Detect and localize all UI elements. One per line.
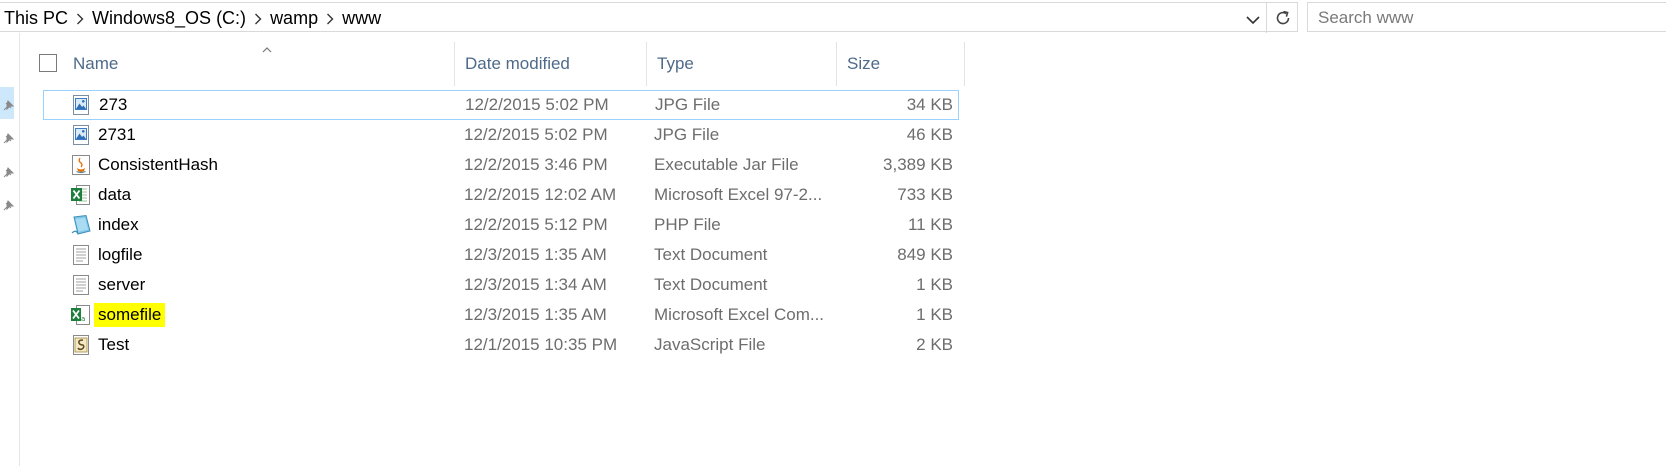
chevron-right-icon[interactable] xyxy=(318,11,342,25)
file-date-modified: 12/3/2015 1:34 AM xyxy=(464,275,607,294)
file-size: 1 KB xyxy=(916,305,953,324)
file-type: JPG File xyxy=(655,95,721,114)
file-row[interactable]: Test 12/1/2015 10:35 PM JavaScript File … xyxy=(43,330,959,360)
search-input[interactable] xyxy=(1318,7,1648,29)
excel-file-icon xyxy=(70,184,92,206)
file-name: Test xyxy=(98,335,130,354)
file-name: index xyxy=(98,215,139,234)
file-row[interactable]: ConsistentHash 12/2/2015 3:46 PM Executa… xyxy=(43,150,959,180)
javascript-file-icon xyxy=(70,334,92,356)
breadcrumb: This PC Windows8_OS (C:) wamp www xyxy=(4,3,381,33)
file-date-modified: 12/2/2015 5:12 PM xyxy=(464,215,608,234)
file-type: Text Document xyxy=(654,275,768,294)
file-size: 34 KB xyxy=(906,95,953,114)
file-size: 1 KB xyxy=(916,275,953,294)
file-date-modified: 12/3/2015 1:35 AM xyxy=(464,245,607,264)
column-header-size[interactable]: Size xyxy=(837,42,965,86)
chevron-down-icon[interactable] xyxy=(1246,12,1260,30)
file-date-modified: 12/2/2015 5:02 PM xyxy=(464,125,608,144)
pin-icon[interactable] xyxy=(1,199,15,218)
highlighted-text: somefile xyxy=(94,303,166,327)
file-type: Executable Jar File xyxy=(654,155,799,174)
file-type: Microsoft Excel 97-2... xyxy=(654,185,823,204)
file-date-modified: 12/2/2015 3:46 PM xyxy=(464,155,608,174)
pin-icon[interactable] xyxy=(1,99,15,118)
file-row[interactable]: server 12/3/2015 1:34 AM Text Document 1… xyxy=(43,270,959,300)
file-name: 2731 xyxy=(98,125,136,144)
pin-icon[interactable] xyxy=(1,166,15,185)
file-name: data xyxy=(98,185,132,204)
file-row[interactable]: data 12/2/2015 12:02 AM Microsoft Excel … xyxy=(43,180,959,210)
svg-text:a: a xyxy=(81,315,85,323)
file-size: 2 KB xyxy=(916,335,953,354)
column-header-date[interactable]: Date modified xyxy=(455,42,647,86)
breadcrumb-drive[interactable]: Windows8_OS (C:) xyxy=(92,8,246,29)
file-size: 46 KB xyxy=(906,125,953,144)
file-size: 849 KB xyxy=(897,245,953,264)
chevron-right-icon[interactable] xyxy=(246,11,270,25)
file-name: ConsistentHash xyxy=(98,155,219,174)
file-explorer-window: This PC Windows8_OS (C:) wamp www Search… xyxy=(0,0,1666,466)
file-name: 273 xyxy=(99,95,128,114)
file-row[interactable]: 273 12/2/2015 5:02 PM JPG File 34 KB xyxy=(43,90,959,120)
file-size: 733 KB xyxy=(897,185,953,204)
breadcrumb-www[interactable]: www xyxy=(342,8,381,29)
text-file-icon xyxy=(70,274,92,296)
image-file-icon xyxy=(70,124,92,146)
file-row[interactable]: index 12/2/2015 5:12 PM PHP File 11 KB xyxy=(43,210,959,240)
file-row[interactable]: logfile 12/3/2015 1:35 AM Text Document … xyxy=(43,240,959,270)
pin-icon[interactable] xyxy=(1,132,15,151)
file-size: 11 KB xyxy=(907,215,953,234)
navigation-pane[interactable] xyxy=(0,33,20,466)
file-row[interactable]: 2731 12/2/2015 5:02 PM JPG File 46 KB xyxy=(43,120,959,150)
file-date-modified: 12/2/2015 5:02 PM xyxy=(465,95,609,114)
file-type: Microsoft Excel Com... xyxy=(654,305,825,324)
file-type: PHP File xyxy=(654,215,721,234)
refresh-button[interactable] xyxy=(1266,3,1298,33)
select-all-checkbox[interactable] xyxy=(39,54,57,72)
address-bar[interactable]: This PC Windows8_OS (C:) wamp www xyxy=(0,2,1298,33)
text-file-icon xyxy=(70,244,92,266)
chevron-right-icon[interactable] xyxy=(68,11,92,25)
file-name-highlighted: somefile xyxy=(94,300,166,330)
column-header-name[interactable]: Name xyxy=(63,42,455,86)
column-header-row: Name Date modified Type Size xyxy=(21,42,965,86)
file-date-modified: 12/3/2015 1:35 AM xyxy=(464,305,607,324)
file-list: 273 12/2/2015 5:02 PM JPG File 34 KB 273… xyxy=(43,90,959,360)
file-size: 3,389 KB xyxy=(883,155,953,174)
php-file-icon xyxy=(70,214,92,236)
image-file-icon xyxy=(70,94,92,116)
file-type: JPG File xyxy=(654,125,720,144)
file-date-modified: 12/1/2015 10:35 PM xyxy=(464,335,618,354)
search-box[interactable] xyxy=(1307,2,1666,32)
java-jar-icon xyxy=(70,154,92,176)
breadcrumb-this-pc[interactable]: This PC xyxy=(4,8,68,29)
file-type: Text Document xyxy=(654,245,768,264)
excel-csv-icon: a xyxy=(70,304,92,326)
file-type: JavaScript File xyxy=(654,335,766,354)
column-header-type[interactable]: Type xyxy=(647,42,837,86)
file-date-modified: 12/2/2015 12:02 AM xyxy=(464,185,617,204)
file-name: logfile xyxy=(98,245,143,264)
file-name: server xyxy=(98,275,146,294)
breadcrumb-wamp[interactable]: wamp xyxy=(270,8,318,29)
file-row[interactable]: a somefile 12/3/2015 1:35 AM Microsoft E… xyxy=(43,300,959,330)
